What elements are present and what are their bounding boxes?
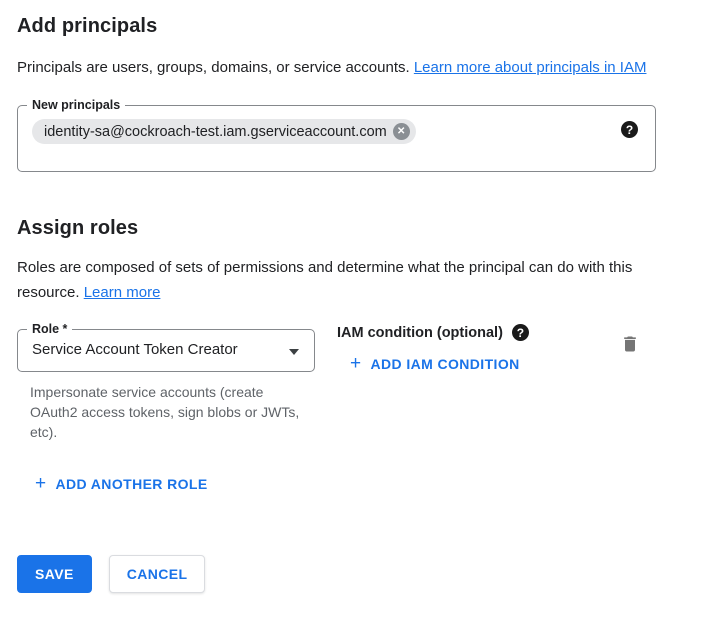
learn-more-roles-link[interactable]: Learn more xyxy=(84,284,161,301)
principal-chip: identity-sa@cockroach-test.iam.gservicea… xyxy=(32,119,416,144)
iam-condition-help-icon[interactable]: ? xyxy=(512,324,529,341)
roles-description: Roles are composed of sets of permission… xyxy=(17,255,679,305)
page-title: Add principals xyxy=(17,15,696,38)
cancel-button[interactable]: CANCEL xyxy=(109,555,206,593)
plus-icon: + xyxy=(350,357,362,371)
add-principals-panel: Add principals Principals are users, gro… xyxy=(0,0,713,593)
new-principals-label: New principals xyxy=(27,97,125,113)
principal-chip-value: identity-sa@cockroach-test.iam.gservicea… xyxy=(44,124,387,140)
action-buttons-row: SAVE CANCEL xyxy=(17,555,696,593)
trash-icon xyxy=(620,333,640,355)
principals-help-icon[interactable]: ? xyxy=(621,121,638,138)
save-button[interactable]: SAVE xyxy=(17,555,92,593)
chevron-down-icon xyxy=(289,349,299,355)
delete-role-column xyxy=(620,333,640,360)
role-label: Role * xyxy=(27,321,72,337)
role-helper-text: Impersonate service accounts (create OAu… xyxy=(30,382,308,442)
delete-role-button[interactable] xyxy=(620,333,640,358)
role-column: Role * Service Account Token Creator Imp… xyxy=(17,329,315,442)
role-row: Role * Service Account Token Creator Imp… xyxy=(17,329,696,442)
role-select[interactable]: Role * Service Account Token Creator xyxy=(17,329,315,372)
learn-more-principals-link[interactable]: Learn more about principals in IAM xyxy=(414,59,647,76)
principals-description: Principals are users, groups, domains, o… xyxy=(17,55,679,80)
principals-description-text: Principals are users, groups, domains, o… xyxy=(17,59,414,76)
new-principals-field[interactable]: New principals identity-sa@cockroach-tes… xyxy=(17,105,656,172)
add-iam-condition-button[interactable]: + ADD IAM CONDITION xyxy=(350,356,520,372)
iam-condition-label-row: IAM condition (optional) ? xyxy=(337,324,620,341)
iam-condition-column: IAM condition (optional) ? + ADD IAM CON… xyxy=(337,329,620,374)
chip-remove-icon[interactable]: ✕ xyxy=(393,123,410,140)
assign-roles-title: Assign roles xyxy=(17,217,696,240)
plus-icon: + xyxy=(35,477,47,491)
iam-condition-label: IAM condition (optional) xyxy=(337,325,503,341)
add-another-role-label: ADD ANOTHER ROLE xyxy=(56,476,208,492)
add-iam-condition-label: ADD IAM CONDITION xyxy=(371,356,520,372)
add-another-role-button[interactable]: + ADD ANOTHER ROLE xyxy=(35,476,208,492)
